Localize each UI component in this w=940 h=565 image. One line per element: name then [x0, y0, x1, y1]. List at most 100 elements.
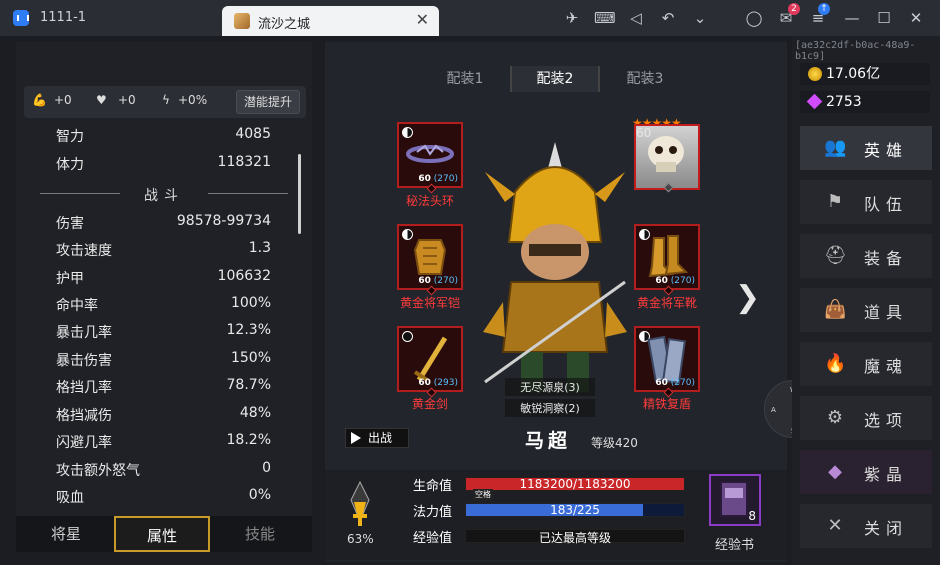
joystick-a: A [771, 406, 776, 414]
stat-value: 4085 [235, 126, 271, 142]
hero-skill-2[interactable]: 敏锐洞察(2) [505, 399, 595, 417]
menu-close[interactable]: ✕ 关闭 [800, 504, 932, 548]
stat-value: 150% [230, 350, 271, 366]
stat-label: 暴击伤害 [56, 353, 112, 369]
stat-label: 智力 [56, 129, 84, 145]
menu-label: 英雄 [864, 141, 909, 160]
main-menu-panel: [ae32c2df-b0ac-48a9-b1c9] 17.06亿 2753 👥 … [792, 36, 940, 565]
game-tab-label: 流沙之城 [258, 17, 311, 32]
stat-label: 闪避几率 [56, 435, 112, 451]
item-level: 60 (270) [418, 276, 458, 286]
menu-equipment[interactable]: ⛑ 装备 [800, 234, 932, 278]
stat-row: 攻击额外怒气 0 [56, 460, 271, 480]
chevron-down-icon[interactable]: ⌄ [690, 8, 710, 28]
equipment-view: 配装1 配装2 配装3 60 (270) 秘法头环 60 (270) 黄金将军铠… [325, 42, 787, 562]
stat-label: 攻击速度 [56, 243, 112, 259]
potential-upgrade-button[interactable]: 潜能提升 [236, 90, 300, 114]
undo-icon[interactable]: ↶ [658, 8, 678, 28]
stat-value: 1.3 [248, 240, 271, 256]
tab-loadout-2[interactable]: 配装2 [510, 66, 600, 92]
stats-list[interactable]: 智力 4085 体力 118321 战斗 伤害 98578-99734 攻击速度… [16, 122, 312, 510]
stat-row: 闪避几率 18.2% [56, 432, 271, 452]
loadout-tabs: 配装1 配装2 配装3 [420, 66, 690, 92]
mp-label: 法力值 [413, 505, 453, 520]
stat-value: 12.3% [226, 322, 271, 338]
menu-items[interactable]: 👜 道具 [800, 288, 932, 332]
equip-name-weapon: 黄金剑 [411, 397, 448, 411]
menu-soul[interactable]: 🔥 魔魂 [800, 342, 932, 386]
stat-label: 吸血 [56, 490, 84, 506]
stat-value: 106632 [217, 268, 271, 284]
mute-icon[interactable]: ◁ [626, 8, 646, 28]
notification-badge: 2 [788, 3, 800, 15]
close-window-icon[interactable]: ✕ [906, 8, 926, 28]
tab-skills[interactable]: 技能 [212, 516, 308, 552]
hero-bars-panel: 63% 生命值 1183200/1183200 空格 法力值 183/225 经… [325, 470, 787, 560]
menu-team[interactable]: ⚑ 队伍 [800, 180, 932, 224]
game-tab-icon [234, 13, 250, 29]
stat-label: 命中率 [56, 298, 98, 314]
stat-row: 格挡减伤 48% [56, 405, 271, 425]
menu-options[interactable]: ⚙ 选项 [800, 396, 932, 440]
next-hero-arrow-icon[interactable]: ❯ [735, 280, 760, 315]
hp-text: 1183200/1183200 [519, 477, 631, 491]
stat-row: 智力 4085 [56, 126, 271, 146]
bottom-tabs: 将星 属性 技能 [16, 516, 312, 552]
potion-icon[interactable] [349, 480, 371, 528]
menu-label: 关闭 [864, 519, 909, 538]
hp-label: 生命值 [413, 479, 453, 494]
stat-label: 护甲 [56, 271, 84, 287]
equip-slot-weapon[interactable]: 60 (293) [397, 326, 463, 392]
tab-stars[interactable]: 将星 [18, 516, 114, 552]
stat-label: 伤害 [56, 216, 84, 232]
xp-label: 经验值 [413, 531, 453, 546]
menu-hero[interactable]: 👥 英雄 [800, 126, 932, 170]
stat-value: 118321 [217, 154, 271, 170]
pin-icon[interactable]: ✈ [562, 8, 582, 28]
keyboard-icon[interactable]: ⌨ [594, 8, 616, 28]
stat-row: 体力 118321 [56, 154, 271, 174]
tab-attributes[interactable]: 属性 [114, 516, 210, 552]
equip-slot-chest[interactable]: 60 (270) [397, 224, 463, 290]
menu-label: 装备 [864, 249, 909, 268]
hero-stats-panel: 💪 +0 ♥ +0 ϟ +0% 潜能提升 智力 4085 体力 118321 战… [16, 42, 312, 552]
equip-slot-head[interactable]: 60 (270) [397, 122, 463, 188]
hero-skill-1[interactable]: 无尽源泉(3) [505, 378, 595, 396]
companion-card[interactable]: 60 [634, 124, 700, 190]
equip-slot-feet[interactable]: 60 (270) [634, 224, 700, 290]
stat-row: 攻击速度 1.3 [56, 240, 271, 260]
potion-percent: 63% [347, 532, 374, 546]
stat-label: 体力 [56, 157, 84, 173]
gold-amount: 17.06亿 [826, 66, 881, 82]
equip-name-feet: 黄金将军靴 [636, 296, 697, 310]
equip-slot-shield[interactable]: 60 (270) [634, 326, 700, 392]
deploy-button[interactable]: 出战 [345, 428, 409, 448]
combat-section-header: 战斗 [40, 185, 288, 204]
minimize-icon[interactable]: — [842, 8, 862, 28]
tab-close-icon[interactable]: ✕ [416, 10, 429, 29]
divider [208, 193, 288, 194]
flame-icon: 🔥 [824, 353, 847, 374]
heart-icon: ♥ [96, 93, 107, 107]
tab-loadout-1[interactable]: 配装1 [420, 66, 510, 92]
stat-row: 格挡几率 78.7% [56, 377, 271, 397]
mp-bar: 183/225 [465, 503, 685, 517]
bag-icon: 👜 [824, 299, 847, 320]
stats-scrollbar[interactable] [298, 154, 301, 234]
skull-portrait-icon [648, 136, 684, 172]
game-tab[interactable]: 流沙之城 ✕ [222, 6, 439, 36]
exp-book-label: 经验书 [715, 538, 755, 553]
maximize-icon[interactable]: ☐ [874, 8, 894, 28]
update-icon: ↑ [818, 3, 830, 15]
app-logo-icon [13, 10, 29, 26]
hero-level: 等级420 [591, 436, 638, 450]
account-icon[interactable]: ◯ [744, 8, 764, 28]
tab-loadout-3[interactable]: 配装3 [600, 66, 690, 92]
stat-value: 48% [239, 405, 271, 421]
stat-row: 命中率 100% [56, 295, 271, 315]
stat-value: 18.2% [226, 432, 271, 448]
energy-bonus: +0% [178, 93, 208, 107]
menu-amethyst[interactable]: ◆ 紫晶 [800, 450, 932, 494]
exp-book-item[interactable]: 8 [709, 474, 761, 526]
gold-display: 17.06亿 [800, 63, 930, 85]
